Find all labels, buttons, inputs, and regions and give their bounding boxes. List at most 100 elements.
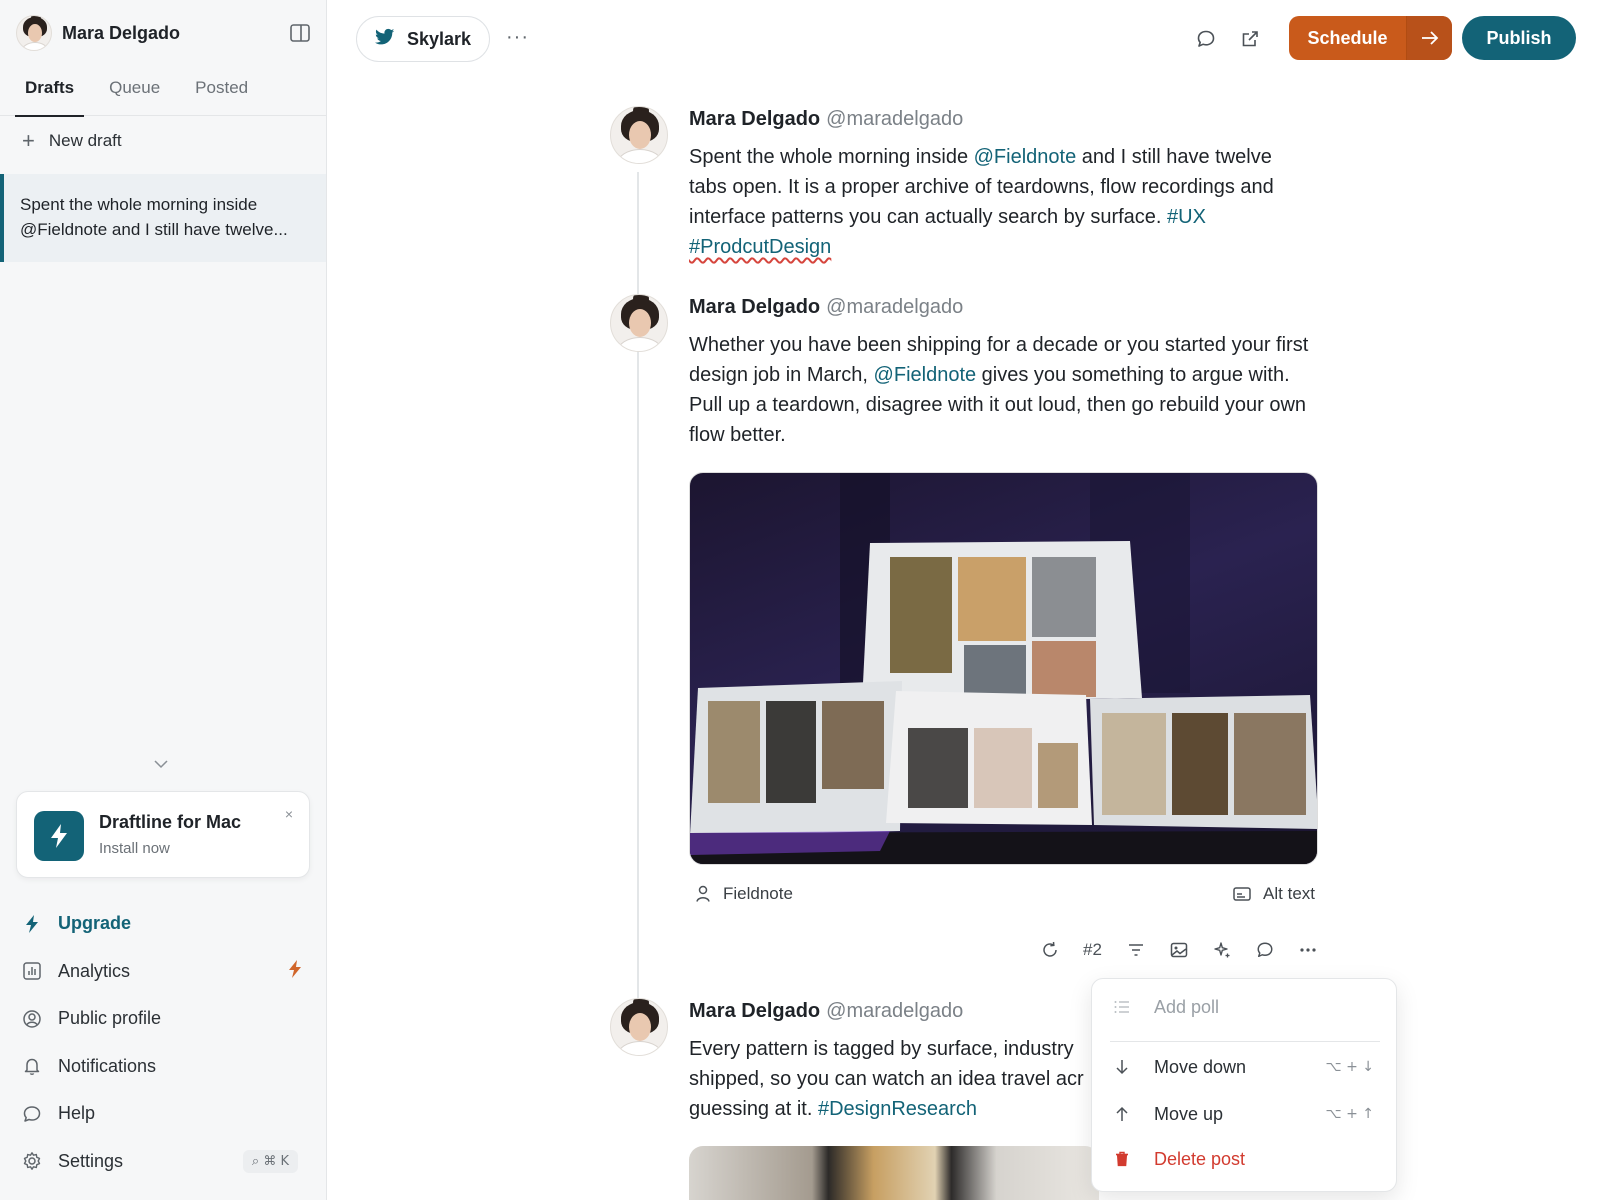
nav-upgrade[interactable]: Upgrade	[22, 900, 312, 948]
nav-notifications[interactable]: Notifications	[22, 1043, 312, 1091]
refresh-icon[interactable]	[1028, 936, 1071, 964]
media-tag-button[interactable]: Fieldnote	[695, 884, 793, 904]
user-name[interactable]: Mara Delgado	[62, 23, 289, 44]
laptops-photo	[690, 473, 1317, 864]
menu-divider	[1110, 1041, 1380, 1042]
new-draft-label: New draft	[48, 131, 122, 150]
menu-move-up-label: Move up	[1154, 1103, 1224, 1124]
draft-preview: Spent the whole morning inside @Fieldnot…	[20, 195, 288, 239]
menu-delete-post[interactable]: Delete post	[1112, 1143, 1382, 1175]
nav-help-label: Help	[58, 1103, 96, 1124]
sidebar: Mara Delgado Drafts Queue Posted + New d…	[0, 0, 327, 1200]
nav-analytics-label: Analytics	[58, 960, 131, 981]
post-text-segment: guessing at it.	[689, 1098, 818, 1120]
more-options-icon[interactable]	[1286, 936, 1329, 964]
post-text-segment: shipped, so you can watch an idea travel…	[689, 1068, 1084, 1090]
nav-analytics[interactable]: Analytics	[22, 948, 312, 996]
bolt-icon	[34, 811, 84, 861]
comment-icon[interactable]	[1243, 936, 1286, 964]
media-tag-label: Fieldnote	[723, 884, 793, 903]
post-text[interactable]: Whether you have been shipping for a dec…	[689, 330, 1309, 450]
new-draft-button[interactable]: + New draft	[22, 130, 122, 152]
mention-link[interactable]: @Fieldnote	[874, 364, 977, 386]
move-down-shortcut: ⌥ + ↓	[1325, 1059, 1375, 1075]
account-selector[interactable]: Skylark	[356, 16, 490, 62]
author-name: Mara Delgado	[689, 108, 821, 130]
mention-link[interactable]: @Fieldnote	[974, 146, 1077, 168]
external-link-icon[interactable]	[1238, 27, 1262, 51]
menu-add-poll-label: Add poll	[1154, 996, 1220, 1017]
hashtag-link-misspelled[interactable]: #ProdcutDesign	[689, 236, 831, 258]
nav-public-profile[interactable]: Public profile	[22, 995, 312, 1043]
author-name: Mara Delgado	[689, 296, 821, 318]
bird-icon	[375, 28, 395, 51]
alt-text-button[interactable]: Alt text	[1233, 884, 1315, 904]
mac-app-promo[interactable]: Draftline for Mac Install now ×	[16, 791, 310, 878]
thread-post-1[interactable]: Mara Delgado @maradelgado Spent the whole…	[610, 106, 1350, 276]
bell-icon	[22, 1056, 42, 1076]
post-author: Mara Delgado @maradelgado	[689, 1000, 963, 1023]
user-avatar[interactable]	[16, 15, 52, 51]
hashtag-link[interactable]: #DesignResearch	[818, 1098, 977, 1120]
bolt-icon	[22, 914, 42, 934]
sidebar-header: Mara Delgado	[16, 14, 311, 52]
menu-move-down-label: Move down	[1154, 1056, 1247, 1077]
close-icon[interactable]: ×	[285, 806, 293, 822]
gear-icon	[22, 1151, 42, 1171]
post-context-menu: Add poll Move down ⌥ + ↓ Move up ⌥ + ↑ D…	[1091, 978, 1397, 1192]
menu-move-down[interactable]: Move down ⌥ + ↓	[1112, 1051, 1382, 1083]
post-number[interactable]: #2	[1071, 936, 1114, 964]
hashtag-link[interactable]: #UX	[1167, 206, 1206, 228]
nav-settings-label: Settings	[58, 1150, 124, 1171]
post-author: Mara Delgado @maradelgado	[689, 296, 963, 319]
author-handle: @maradelgado	[826, 296, 964, 318]
post-image[interactable]	[689, 472, 1318, 865]
nav-help[interactable]: Help	[22, 1090, 312, 1138]
schedule-button[interactable]: Schedule	[1289, 16, 1452, 60]
move-up-shortcut: ⌥ + ↑	[1325, 1106, 1375, 1122]
sidebar-tabs: Drafts Queue Posted	[0, 70, 326, 117]
arrow-down-icon	[1112, 1059, 1132, 1075]
post-text-segment: Every pattern is tagged by surface, indu…	[689, 1038, 1074, 1060]
post-image[interactable]	[689, 1146, 1099, 1200]
sidebar-toggle-icon[interactable]	[289, 22, 311, 44]
schedule-label: Schedule	[1289, 16, 1407, 60]
sparkle-icon[interactable]	[1200, 936, 1243, 964]
publish-button[interactable]: Publish	[1462, 16, 1576, 60]
arrow-up-icon	[1112, 1106, 1132, 1122]
user-circle-icon	[22, 1009, 42, 1029]
menu-add-poll[interactable]: Add poll	[1112, 991, 1382, 1023]
filter-icon[interactable]	[1114, 936, 1157, 964]
author-name: Mara Delgado	[689, 1000, 821, 1022]
tab-drafts[interactable]: Drafts	[10, 70, 89, 117]
comment-icon[interactable]	[1194, 27, 1218, 51]
search-shortcut-badge[interactable]: ⌕ ⌘ K	[242, 1149, 298, 1173]
post-text[interactable]: Spent the whole morning inside @Fieldnot…	[689, 142, 1309, 262]
nav-notifications-label: Notifications	[58, 1055, 157, 1076]
editor-toolbar: Skylark ··· Schedule Publish	[356, 16, 1576, 62]
alt-text-icon	[1233, 886, 1251, 902]
tab-posted[interactable]: Posted	[180, 70, 263, 116]
account-name: Skylark	[407, 28, 472, 49]
nav-settings[interactable]: Settings ⌕ ⌘ K	[22, 1138, 312, 1186]
sidebar-nav: Upgrade Analytics Public profile Notific…	[22, 900, 312, 1185]
post-text-segment: Spent the whole morning inside	[689, 146, 974, 168]
post-tools: #2	[1028, 936, 1329, 964]
person-icon	[695, 885, 711, 903]
bolt-icon	[288, 959, 302, 984]
nav-public-profile-label: Public profile	[58, 1008, 162, 1029]
author-handle: @maradelgado	[826, 108, 964, 130]
chevron-down-icon[interactable]	[154, 756, 168, 774]
promo-install-link[interactable]: Install now	[99, 840, 170, 857]
trash-icon	[1112, 1151, 1132, 1167]
thread-post-2[interactable]: Mara Delgado @maradelgado Whether you hav…	[610, 294, 1350, 464]
tab-queue[interactable]: Queue	[94, 70, 175, 116]
draft-list-item[interactable]: Spent the whole morning inside @Fieldnot…	[0, 174, 326, 262]
more-options-icon[interactable]: ···	[506, 26, 529, 49]
alt-text-label: Alt text	[1263, 884, 1315, 903]
arrow-right-icon[interactable]	[1407, 16, 1452, 60]
menu-delete-post-label: Delete post	[1154, 1148, 1246, 1169]
image-icon[interactable]	[1157, 936, 1200, 964]
plus-icon: +	[22, 128, 35, 153]
menu-move-up[interactable]: Move up ⌥ + ↑	[1112, 1098, 1382, 1130]
